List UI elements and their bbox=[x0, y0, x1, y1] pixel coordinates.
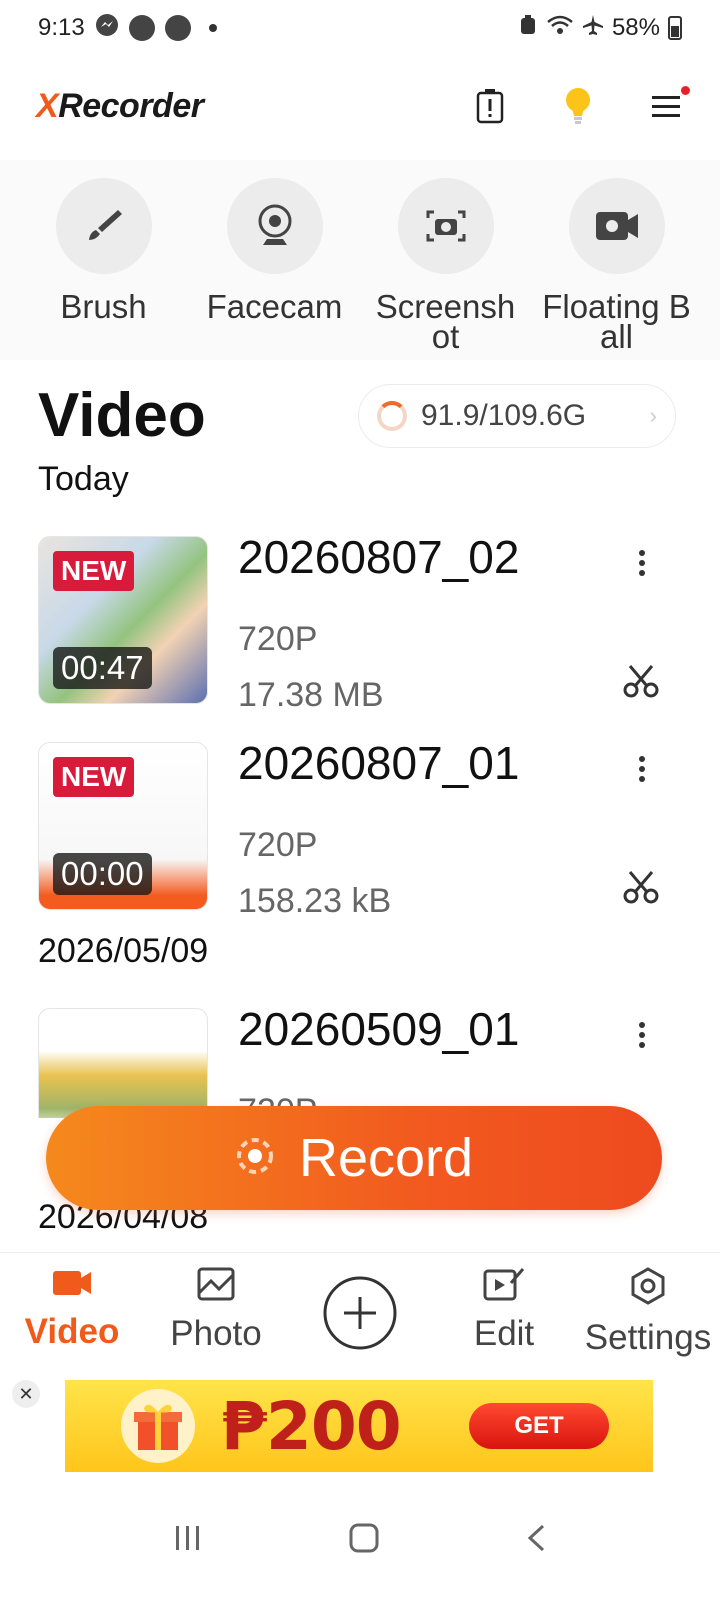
video-size: 158.23 kB bbox=[238, 882, 392, 920]
record-button[interactable]: Record bbox=[46, 1106, 662, 1210]
ad-banner[interactable]: ₱200 GET bbox=[65, 1380, 653, 1472]
camera-icon bbox=[397, 178, 494, 274]
video-thumbnail[interactable]: NEW 00:47 bbox=[38, 536, 208, 704]
status-time: 9:13 bbox=[38, 14, 85, 41]
tool-label: Screenshot bbox=[375, 288, 516, 355]
more-options-icon[interactable] bbox=[630, 1020, 654, 1050]
video-title: 20260509_01 bbox=[238, 1008, 520, 1055]
nav-settings[interactable]: Settings bbox=[576, 1253, 720, 1358]
tool-facecam[interactable]: Facecam bbox=[195, 160, 355, 360]
facecam-icon bbox=[226, 178, 323, 274]
notification-dot bbox=[681, 86, 690, 95]
duration-badge: 00:47 bbox=[53, 647, 152, 689]
notification-avatar-icon bbox=[128, 15, 155, 41]
status-bar: 9:13 58% bbox=[0, 0, 720, 56]
scissors-icon[interactable] bbox=[622, 662, 660, 700]
storage-progress-icon bbox=[377, 401, 407, 431]
alarm-icon bbox=[518, 14, 538, 43]
airplane-mode-icon bbox=[582, 14, 604, 43]
back-icon[interactable] bbox=[525, 1523, 547, 1558]
storage-text: 91.9/109.6G bbox=[421, 399, 587, 432]
photo-icon bbox=[197, 1267, 235, 1306]
wifi-icon bbox=[546, 14, 574, 43]
video-item[interactable]: 20260509_01 720P bbox=[38, 1008, 678, 1118]
edit-icon bbox=[483, 1267, 525, 1306]
nav-add[interactable] bbox=[288, 1253, 432, 1356]
menu-icon[interactable] bbox=[648, 86, 690, 126]
date-group-label: 2026/05/09 bbox=[38, 932, 209, 970]
record-label: Record bbox=[298, 1128, 474, 1188]
chevron-right-icon: › bbox=[649, 403, 657, 428]
video-thumbnail[interactable]: NEW 00:00 bbox=[38, 742, 208, 910]
gift-icon bbox=[121, 1389, 195, 1463]
video-thumbnail[interactable] bbox=[38, 1008, 208, 1118]
battery-level: 58% bbox=[611, 14, 660, 41]
new-badge: NEW bbox=[53, 757, 135, 797]
video-title: 20260807_02 bbox=[238, 531, 520, 583]
more-options-icon[interactable] bbox=[630, 754, 654, 784]
video-item[interactable]: NEW 00:00 20260807_01 720P 158.23 kB bbox=[38, 737, 678, 920]
notification-avatar-icon bbox=[164, 15, 191, 41]
video-title: 20260807_01 bbox=[238, 737, 520, 789]
floating-ball-icon bbox=[568, 178, 665, 274]
messenger-icon bbox=[95, 13, 119, 44]
battery-icon bbox=[668, 16, 682, 40]
more-notifications-icon bbox=[208, 24, 217, 32]
video-item[interactable]: NEW 00:47 20260807_02 720P 17.38 MB bbox=[38, 531, 678, 714]
video-camera-icon bbox=[51, 1267, 93, 1304]
tool-label: Brush bbox=[60, 288, 147, 325]
more-options-icon[interactable] bbox=[630, 548, 654, 578]
ad-amount: ₱200 bbox=[221, 1387, 402, 1465]
app-header: XRecorder bbox=[0, 56, 720, 156]
tool-label: Floating Ball bbox=[542, 288, 691, 355]
tool-screenshot[interactable]: Screenshot bbox=[366, 160, 526, 360]
recent-apps-icon[interactable] bbox=[173, 1524, 203, 1557]
video-resolution: 720P bbox=[238, 826, 318, 864]
record-icon bbox=[235, 1127, 275, 1189]
tool-label: Facecam bbox=[206, 288, 343, 325]
nav-edit[interactable]: Edit bbox=[432, 1253, 576, 1354]
new-badge: NEW bbox=[53, 551, 135, 591]
battery-alert-icon[interactable] bbox=[472, 86, 508, 126]
video-size: 17.38 MB bbox=[238, 676, 384, 714]
nav-label: Edit bbox=[473, 1314, 535, 1353]
nav-photo[interactable]: Photo bbox=[144, 1253, 288, 1354]
close-ad-icon[interactable]: ✕ bbox=[12, 1380, 40, 1408]
nav-label: Settings bbox=[584, 1318, 712, 1357]
system-navigation bbox=[0, 1480, 720, 1600]
nav-label: Video bbox=[24, 1312, 120, 1351]
nav-label: Photo bbox=[170, 1314, 262, 1353]
tool-floating-ball[interactable]: Floating Ball bbox=[537, 160, 697, 360]
scissors-icon[interactable] bbox=[622, 868, 660, 906]
bottom-navigation: Video Photo Edit Settings bbox=[0, 1252, 720, 1376]
home-icon[interactable] bbox=[348, 1522, 380, 1559]
tool-brush[interactable]: Brush bbox=[24, 160, 184, 360]
ad-get-button[interactable]: GET bbox=[469, 1403, 609, 1449]
section-title: Video bbox=[38, 381, 206, 450]
tools-row: Brush Facecam Screenshot Floating Ball bbox=[0, 160, 720, 360]
brush-icon bbox=[55, 178, 152, 274]
gear-icon bbox=[629, 1267, 667, 1310]
app-logo: XRecorder bbox=[36, 86, 204, 125]
lightbulb-icon[interactable] bbox=[560, 86, 596, 126]
video-resolution: 720P bbox=[238, 620, 318, 658]
add-circle-icon bbox=[322, 1275, 398, 1356]
storage-indicator[interactable]: 91.9/109.6G › bbox=[358, 384, 676, 448]
nav-video[interactable]: Video bbox=[0, 1253, 144, 1352]
duration-badge: 00:00 bbox=[53, 853, 152, 895]
date-group-label: Today bbox=[38, 460, 129, 498]
